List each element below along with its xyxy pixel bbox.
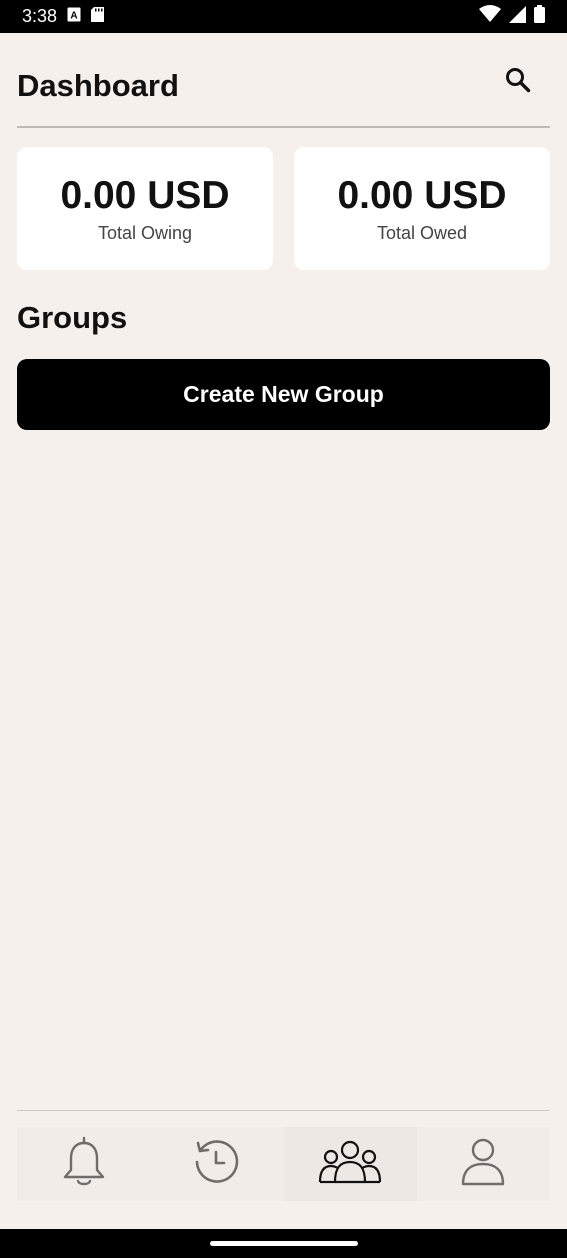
create-new-group-button[interactable]: Create New Group bbox=[17, 359, 550, 430]
header-divider bbox=[17, 126, 550, 128]
total-owing-card: 0.00 USD Total Owing bbox=[17, 147, 273, 270]
bottom-nav bbox=[17, 1127, 550, 1201]
status-time: 3:38 bbox=[22, 6, 58, 26]
cell-signal-icon bbox=[509, 5, 526, 28]
gesture-navigation-bar bbox=[0, 1229, 567, 1258]
wifi-icon bbox=[479, 5, 501, 28]
battery-icon bbox=[534, 5, 545, 28]
total-owing-label: Total Owing bbox=[97, 223, 193, 243]
nav-item-groups[interactable] bbox=[283, 1127, 417, 1201]
keyboard-notification-icon: A bbox=[67, 7, 81, 27]
svg-text:A: A bbox=[70, 10, 77, 21]
status-right bbox=[479, 5, 545, 28]
total-owed-amount: 0.00 USD bbox=[337, 174, 507, 217]
search-icon bbox=[505, 67, 531, 98]
header: Dashboard bbox=[17, 33, 550, 127]
sd-card-icon bbox=[91, 6, 105, 27]
search-button[interactable] bbox=[492, 56, 544, 108]
total-owed-label: Total Owed bbox=[376, 223, 468, 243]
home-gesture-handle[interactable] bbox=[209, 1241, 358, 1246]
bell-icon bbox=[60, 1136, 108, 1193]
total-owing-amount: 0.00 USD bbox=[60, 174, 230, 217]
nav-item-notifications[interactable] bbox=[17, 1127, 150, 1201]
groups-title: Groups bbox=[17, 300, 128, 335]
status-bar: 3:38 A bbox=[0, 0, 567, 33]
group-icon bbox=[318, 1138, 382, 1191]
status-left: 3:38 A bbox=[22, 6, 105, 27]
bottom-nav-divider bbox=[17, 1110, 550, 1111]
page-title: Dashboard bbox=[17, 68, 179, 103]
history-icon bbox=[192, 1137, 242, 1192]
total-owed-card: 0.00 USD Total Owed bbox=[294, 147, 550, 270]
user-icon bbox=[460, 1137, 506, 1192]
nav-item-history[interactable] bbox=[150, 1127, 283, 1201]
nav-item-profile[interactable] bbox=[417, 1127, 550, 1201]
